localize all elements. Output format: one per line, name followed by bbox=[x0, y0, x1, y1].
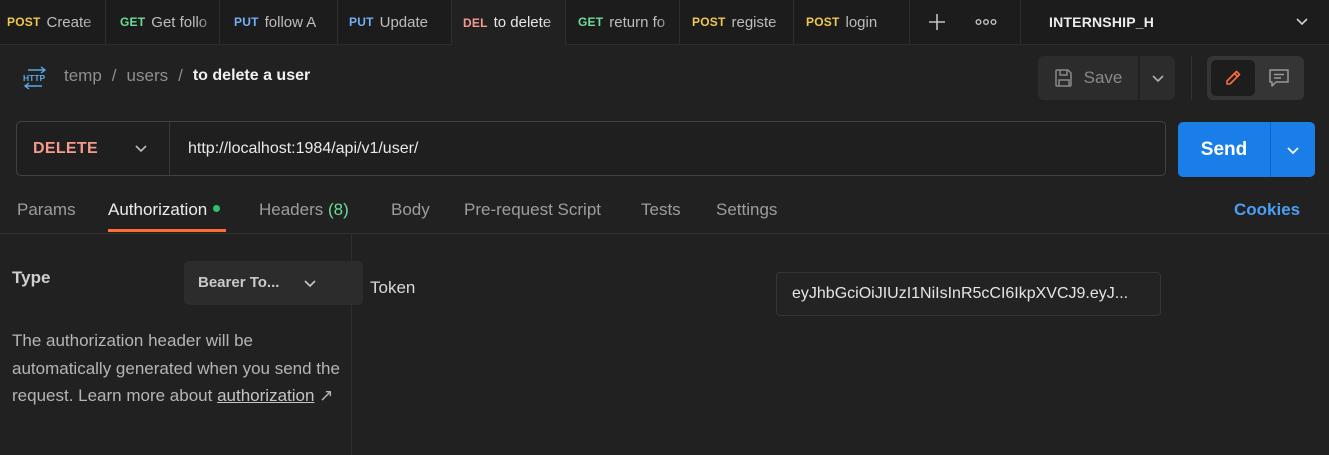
tab-settings[interactable]: Settings bbox=[716, 200, 777, 220]
comment-icon bbox=[1269, 69, 1289, 87]
breadcrumb-separator: / bbox=[111, 66, 117, 85]
chevron-down-icon bbox=[1151, 75, 1164, 83]
save-label: Save bbox=[1083, 68, 1123, 87]
auth-type-value: Bearer To... bbox=[198, 274, 280, 291]
request-tab-create[interactable]: POST Create bbox=[0, 0, 106, 44]
tab-body[interactable]: Body bbox=[391, 200, 430, 220]
tab-pre-request-script[interactable]: Pre-request Script bbox=[464, 200, 601, 220]
breadcrumb: temp / users / to delete a user bbox=[64, 66, 310, 86]
auth-type-label: Type bbox=[12, 268, 51, 287]
method-badge: POST bbox=[806, 15, 840, 29]
tab-tests[interactable]: Tests bbox=[641, 200, 681, 220]
more-icon bbox=[975, 19, 997, 25]
tab-authorization-label: Authorization bbox=[108, 200, 208, 219]
request-section-tabs: Params Authorization Headers (8) Body Pr… bbox=[0, 190, 1329, 234]
auth-description: The authorization header will be automat… bbox=[12, 327, 342, 410]
authorization-link-text: authorization bbox=[217, 386, 315, 405]
request-tab-register[interactable]: POST registe bbox=[680, 0, 794, 44]
method-badge: PUT bbox=[234, 15, 259, 29]
request-tab-login[interactable]: POST login bbox=[794, 0, 910, 44]
request-tab-follow[interactable]: PUT follow A bbox=[220, 0, 338, 44]
headers-count: (8) bbox=[328, 200, 349, 219]
tab-title: login bbox=[845, 13, 878, 31]
active-indicator-dot bbox=[213, 205, 221, 213]
request-url-bar: DELETE http://localhost:1984/api/v1/user… bbox=[16, 121, 1166, 176]
tab-headers-label: Headers bbox=[259, 200, 324, 219]
method-badge: GET bbox=[578, 15, 604, 29]
tab-title: Update bbox=[379, 13, 428, 31]
chevron-down-icon bbox=[135, 145, 147, 153]
tab-title: follow A bbox=[264, 13, 317, 31]
token-input[interactable]: eyJhbGciOiJIUzI1NiIsInR5cCI6IkpXVCJ9.eyJ… bbox=[776, 272, 1161, 316]
breadcrumb-item-temp[interactable]: temp bbox=[64, 66, 102, 86]
http-method-select[interactable]: DELETE bbox=[17, 122, 170, 175]
new-tab-button[interactable] bbox=[922, 0, 952, 44]
edit-mode-button[interactable] bbox=[1211, 60, 1255, 96]
method-badge: DEL bbox=[463, 15, 488, 30]
send-group: Send bbox=[1178, 122, 1315, 177]
request-tab-return[interactable]: GET return fo bbox=[566, 0, 680, 44]
url-input[interactable]: http://localhost:1984/api/v1/user/ bbox=[188, 122, 418, 175]
token-label: Token bbox=[370, 278, 416, 297]
chevron-down-icon bbox=[304, 280, 316, 288]
active-tab-underline bbox=[108, 229, 226, 232]
request-title[interactable]: to delete a user bbox=[193, 67, 310, 85]
cookies-link[interactable]: Cookies bbox=[1234, 200, 1300, 220]
external-link-icon: ↗ bbox=[319, 386, 334, 405]
plus-icon bbox=[929, 14, 945, 30]
request-tab-update[interactable]: PUT Update bbox=[338, 0, 452, 44]
request-tab-bar: POST Create GET Get follo PUT follow A P… bbox=[0, 0, 1329, 45]
send-button[interactable]: Send bbox=[1178, 122, 1270, 177]
method-badge: PUT bbox=[349, 15, 374, 29]
chevron-down-icon bbox=[1296, 18, 1308, 26]
request-tab-to-delete[interactable]: DEL to delete bbox=[452, 0, 566, 45]
method-badge: POST bbox=[692, 15, 726, 29]
token-value: eyJhbGciOiJIUzI1NiIsInR5cCI6IkpXVCJ9.eyJ… bbox=[792, 285, 1129, 302]
http-request-icon: HTTP bbox=[23, 66, 47, 90]
tab-headers[interactable]: Headers (8) bbox=[259, 200, 349, 220]
request-tab-get-followers[interactable]: GET Get follo bbox=[106, 0, 220, 44]
save-group: Save bbox=[1038, 56, 1175, 100]
breadcrumb-item-users[interactable]: users bbox=[127, 66, 169, 86]
http-method-value: DELETE bbox=[33, 139, 98, 157]
documentation-mode-button[interactable] bbox=[1257, 60, 1301, 96]
tab-params[interactable]: Params bbox=[17, 200, 76, 220]
toolbar-divider bbox=[1191, 56, 1192, 100]
http-icon-text: HTTP bbox=[23, 73, 46, 83]
save-options-button[interactable] bbox=[1140, 56, 1175, 100]
view-mode-toggle bbox=[1207, 56, 1304, 100]
chevron-down-icon bbox=[1287, 146, 1299, 154]
method-badge: GET bbox=[120, 15, 146, 29]
auth-type-select[interactable]: Bearer To... bbox=[184, 261, 363, 305]
pencil-icon bbox=[1226, 70, 1241, 85]
authorization-docs-link[interactable]: authorization bbox=[217, 386, 314, 405]
save-button[interactable]: Save bbox=[1038, 56, 1138, 100]
send-options-button[interactable] bbox=[1271, 122, 1315, 177]
tab-title: registe bbox=[731, 13, 777, 31]
breadcrumb-separator: / bbox=[178, 66, 183, 85]
method-badge: POST bbox=[7, 15, 41, 29]
environment-selector[interactable]: INTERNSHIP_H bbox=[1020, 0, 1329, 44]
floppy-disk-icon bbox=[1054, 69, 1072, 87]
tab-authorization[interactable]: Authorization bbox=[108, 200, 221, 220]
environment-name: INTERNSHIP_H bbox=[1049, 14, 1155, 30]
more-tabs-button[interactable] bbox=[970, 0, 1002, 44]
